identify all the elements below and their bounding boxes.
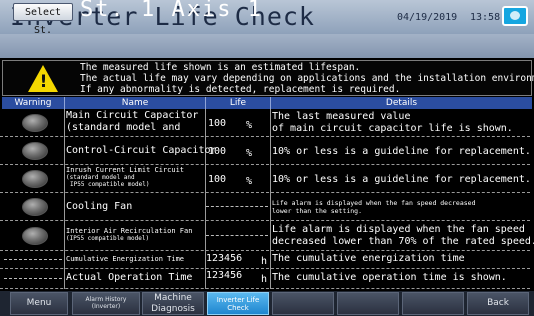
row-name-sub: (standard model and bbox=[66, 174, 135, 181]
warning-lamp-icon bbox=[22, 227, 48, 245]
row-name: Actual Operation Time bbox=[66, 272, 193, 283]
row-detail-2: lower than the setting. bbox=[272, 207, 363, 215]
row-life-unit: % bbox=[246, 148, 253, 159]
row-warning-empty bbox=[4, 278, 62, 279]
inverter-life-sub-label: Check bbox=[227, 304, 249, 312]
machine-diagnosis-label-2: Diagnosis bbox=[151, 304, 195, 314]
empty-function-button[interactable] bbox=[402, 292, 464, 315]
menu-button-label: Menu bbox=[26, 298, 52, 308]
warning-lamp-icon bbox=[22, 198, 48, 216]
inverter-life-label: Inverter Life bbox=[216, 296, 260, 304]
row-detail-2: decreased lower than 70% of the rated sp… bbox=[272, 236, 534, 247]
row-life-empty bbox=[206, 235, 268, 236]
row-name-sub: IP55 compatible model) bbox=[70, 181, 150, 188]
warning-exclamation-icon: ! bbox=[39, 72, 48, 92]
row-life-unit: h bbox=[261, 274, 268, 285]
empty-function-button[interactable] bbox=[337, 292, 399, 315]
row-life-value: 100 bbox=[208, 146, 227, 157]
alarm-history-button[interactable]: Alarm History (Inverter) bbox=[72, 292, 140, 315]
column-header-name: Name bbox=[121, 98, 149, 108]
monitor-icon[interactable] bbox=[502, 6, 528, 26]
select-station-button[interactable]: Select St. bbox=[13, 3, 73, 36]
row-life-unit: % bbox=[246, 176, 253, 187]
row-detail: The last measured value bbox=[272, 111, 411, 122]
row-detail: 10% or less is a guideline for replaceme… bbox=[272, 174, 531, 185]
machine-diagnosis-label: Machine bbox=[154, 293, 192, 303]
table-header: Warning Name Life Details bbox=[2, 97, 532, 109]
row-warning-empty bbox=[4, 259, 62, 260]
row-detail-2: of main circuit capacitor life is shown. bbox=[272, 123, 513, 134]
column-header-warning: Warning bbox=[14, 98, 52, 108]
row-name: Control-Circuit Capacitor bbox=[66, 145, 217, 156]
warning-lamp-icon bbox=[22, 142, 48, 160]
alarm-history-label: Alarm History bbox=[85, 296, 127, 303]
back-button[interactable]: Back bbox=[467, 292, 529, 315]
row-name-sub: (IP55 compatible model) bbox=[66, 235, 150, 242]
menu-button[interactable]: Menu bbox=[10, 292, 68, 315]
alarm-history-sub-label: (Inverter) bbox=[91, 303, 121, 310]
banner-line-3: If any abnormality is detected, replacem… bbox=[80, 84, 401, 95]
column-header-life: Life bbox=[229, 98, 247, 108]
back-button-label: Back bbox=[487, 298, 509, 308]
banner-line-2: The actual life may vary depending on ap… bbox=[80, 73, 534, 84]
row-detail: Life alarm is displayed when the fan spe… bbox=[272, 224, 525, 235]
row-detail: The cumulative operation time is shown. bbox=[272, 272, 507, 283]
row-life-value: 123456 bbox=[206, 270, 243, 281]
row-name: Interior Air Recirculation Fan bbox=[66, 227, 193, 235]
column-header-details: Details bbox=[385, 98, 418, 108]
machine-diagnosis-button[interactable]: Machine Diagnosis bbox=[142, 292, 204, 315]
row-name: Main Circuit Capacitor bbox=[66, 110, 199, 121]
row-life-unit: h bbox=[261, 256, 268, 267]
row-life-value: 100 bbox=[208, 174, 227, 185]
row-detail: The cumulative energization time bbox=[272, 253, 465, 264]
inverter-life-check-button[interactable]: Inverter Life Check bbox=[207, 292, 269, 315]
row-life-value: 123456 bbox=[206, 253, 243, 264]
row-name-sub: (standard model and bbox=[66, 122, 181, 133]
warning-lamp-icon bbox=[22, 170, 48, 188]
banner-line-1: The measured life shown is an estimated … bbox=[80, 62, 361, 73]
row-life-value: 100 bbox=[208, 118, 227, 129]
row-name: Cumulative Energization Time bbox=[66, 255, 185, 263]
warning-lamp-icon bbox=[22, 114, 48, 132]
row-name: Inrush Current Limit Circuit bbox=[66, 166, 185, 174]
row-detail: 10% or less is a guideline for replaceme… bbox=[272, 146, 531, 157]
date-display: 04/19/2019 bbox=[397, 12, 458, 23]
time-display: 13:58 bbox=[470, 12, 501, 23]
empty-function-button[interactable] bbox=[272, 292, 334, 315]
row-detail: Life alarm is displayed when the fan spe… bbox=[272, 199, 476, 207]
station-bar bbox=[0, 34, 534, 58]
row-life-empty bbox=[206, 206, 268, 207]
row-name: Cooling Fan bbox=[66, 201, 133, 212]
current-station-label: St. 1 Axis 1 bbox=[80, 0, 263, 22]
row-life-unit: % bbox=[246, 120, 253, 131]
